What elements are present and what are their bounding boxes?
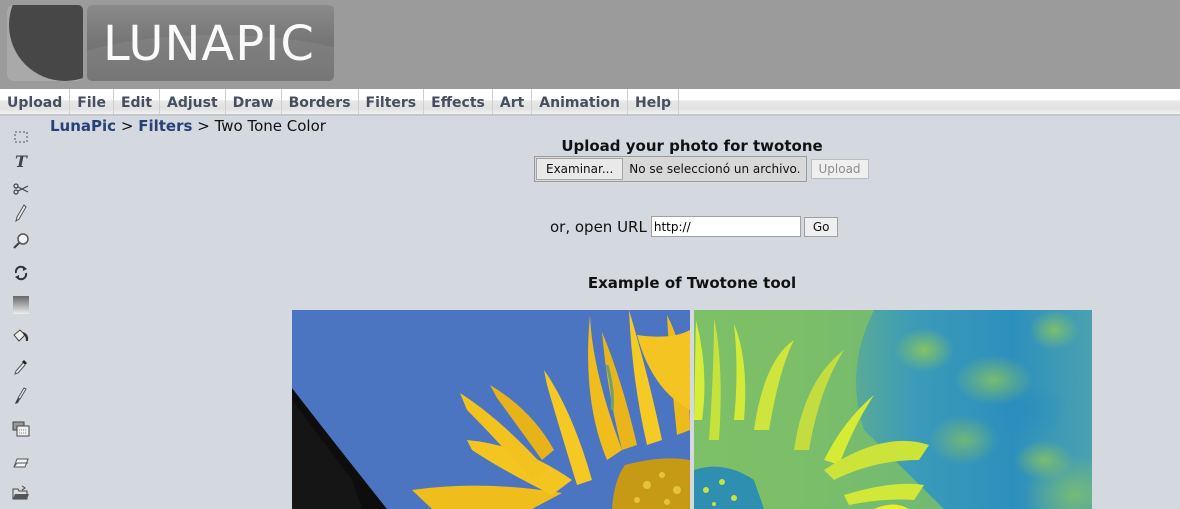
menu-file[interactable]: File [70,89,114,114]
breadcrumb: LunaPic > Filters > Two Tone Color [50,117,326,135]
menu-animation[interactable]: Animation [532,89,629,114]
open-url-row: or, open URL Go [550,216,839,237]
breadcrumb-current: Two Tone Color [214,117,326,135]
upload-button[interactable]: Upload [810,159,869,179]
file-status: No se seleccionó un archivo. [629,162,801,176]
header: LUNAPIC [0,0,1180,89]
example-title: Example of Twotone tool [587,274,797,292]
menu-borders[interactable]: Borders [282,89,359,114]
menu-upload[interactable]: Upload [0,89,71,114]
breadcrumb-link-filters[interactable]: Filters [138,117,192,135]
menu-art[interactable]: Art [493,89,533,114]
example-after-image [694,310,1092,509]
url-input[interactable] [650,216,801,237]
menu-draw[interactable]: Draw [226,89,282,114]
magnifier-icon[interactable] [10,230,32,252]
menu-filters[interactable]: Filters [359,89,425,114]
gradient-icon[interactable] [10,294,32,316]
pencil-icon[interactable] [10,202,32,224]
file-input[interactable]: Examinar... No se seleccionó un archivo. [534,156,807,182]
open-url-label: or, open URL [550,217,647,236]
example-before-image [292,310,690,509]
brush-icon[interactable] [10,385,32,407]
logo-moon-icon[interactable] [7,5,83,81]
breadcrumb-link-lunapic[interactable]: LunaPic [50,117,116,135]
menu-adjust[interactable]: Adjust [160,89,226,114]
paint-bucket-icon[interactable] [10,325,32,347]
menu-effects[interactable]: Effects [424,89,493,114]
svg-text:T: T [15,153,28,169]
menu-edit[interactable]: Edit [114,89,161,114]
menu-bar: Upload File Edit Adjust Draw Borders Fil… [0,89,1180,116]
eraser-icon[interactable] [10,452,32,474]
browse-button[interactable]: Examinar... [536,158,624,180]
file-upload-row: Examinar... No se seleccionó un archivo.… [534,156,869,182]
tool-sidebar: T [0,118,44,509]
logo[interactable]: LUNAPIC [87,5,334,81]
eyedropper-icon[interactable] [10,356,32,378]
breadcrumb-separator: > [197,117,210,135]
breadcrumb-separator: > [120,117,134,135]
layers-icon[interactable] [10,418,32,440]
open-folder-icon[interactable] [10,482,32,504]
logo-text: LUNAPIC [103,16,315,72]
scissors-icon[interactable] [10,178,32,200]
upload-title: Upload your photo for twotone [561,137,823,155]
menu-help[interactable]: Help [628,89,680,114]
go-button[interactable]: Go [803,216,839,237]
